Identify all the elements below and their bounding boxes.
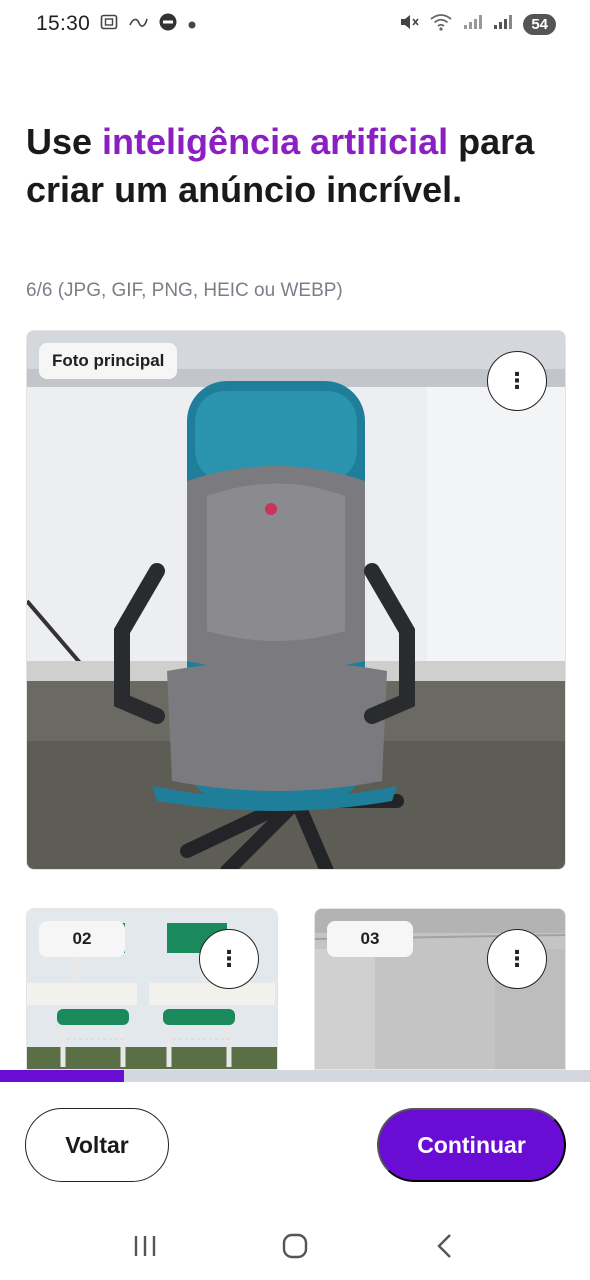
main-photo-card[interactable]: Foto principal ⋮ xyxy=(26,330,566,870)
thumbnail-card[interactable]: 02 ⋮ xyxy=(26,908,278,1070)
status-left: 15:30 xyxy=(36,12,196,36)
photo-count-info: 6/6 (JPG, GIF, PNG, HEIC ou WEBP) xyxy=(26,280,343,301)
progress-fill xyxy=(0,1070,124,1082)
more-vertical-icon[interactable]: ⋮ xyxy=(487,351,547,411)
main-photo-label: Foto principal xyxy=(39,343,178,379)
carrier-icon xyxy=(128,15,148,33)
home-icon[interactable] xyxy=(275,1226,315,1266)
chair-photo xyxy=(27,331,565,869)
title-part1: Use xyxy=(26,121,103,162)
more-vertical-icon[interactable]: ⋮ xyxy=(487,929,547,989)
thumbnail-label: 03 xyxy=(327,921,413,957)
status-right: 54 xyxy=(399,13,556,35)
back-button[interactable]: Voltar xyxy=(25,1108,169,1182)
page-title: Use inteligência artificial para criar u… xyxy=(26,118,566,214)
wifi-icon xyxy=(429,13,453,35)
continue-button[interactable]: Continuar xyxy=(377,1108,566,1182)
progress-bar xyxy=(0,1070,590,1082)
title-accent: inteligência artificial xyxy=(102,121,449,162)
status-time: 15:30 xyxy=(36,12,91,35)
signal-icon xyxy=(463,14,483,34)
signal-icon xyxy=(493,14,513,34)
chat-icon xyxy=(158,12,178,36)
thumbnail-label: 02 xyxy=(39,921,125,957)
dot-icon xyxy=(188,16,196,33)
more-vertical-icon[interactable]: ⋮ xyxy=(199,929,259,989)
back-icon[interactable] xyxy=(425,1226,465,1266)
screenshot-icon xyxy=(100,14,118,34)
system-nav-bar xyxy=(0,1212,590,1280)
recent-apps-icon[interactable] xyxy=(125,1226,165,1266)
mute-icon xyxy=(399,13,419,35)
thumbnail-card[interactable]: 03 ⋮ xyxy=(314,908,566,1070)
battery-icon: 54 xyxy=(523,13,556,35)
status-bar: 15:30 54 xyxy=(0,0,590,48)
